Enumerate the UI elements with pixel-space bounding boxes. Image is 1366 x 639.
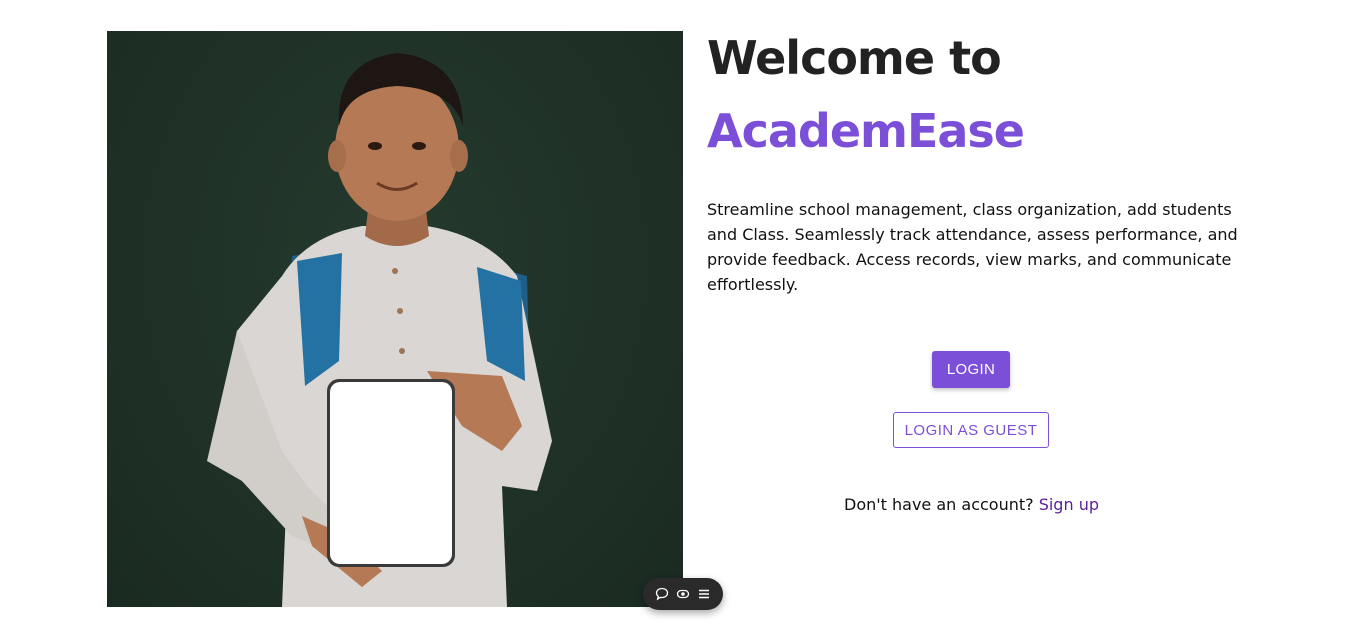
- student-illustration: [207, 53, 552, 607]
- menu-icon[interactable]: [696, 586, 712, 602]
- hero-image: [107, 31, 683, 607]
- floating-toolbar: [643, 578, 723, 610]
- signup-link[interactable]: Sign up: [1039, 495, 1099, 514]
- app-description: Streamline school management, class orga…: [707, 200, 1238, 294]
- chat-bubble-icon[interactable]: [654, 586, 670, 602]
- welcome-heading: Welcome to: [707, 31, 1002, 85]
- signup-prompt-text: Don't have an account?: [844, 495, 1039, 514]
- eye-icon[interactable]: [675, 586, 691, 602]
- landing-page: Welcome to AcademEase Streamline school …: [0, 0, 1366, 639]
- login-as-guest-button[interactable]: LOGIN AS GUEST: [893, 412, 1049, 448]
- login-button[interactable]: LOGIN: [932, 351, 1010, 388]
- brand-name: AcademEase: [707, 104, 1025, 158]
- signup-prompt: Don't have an account? Sign up: [844, 495, 1099, 514]
